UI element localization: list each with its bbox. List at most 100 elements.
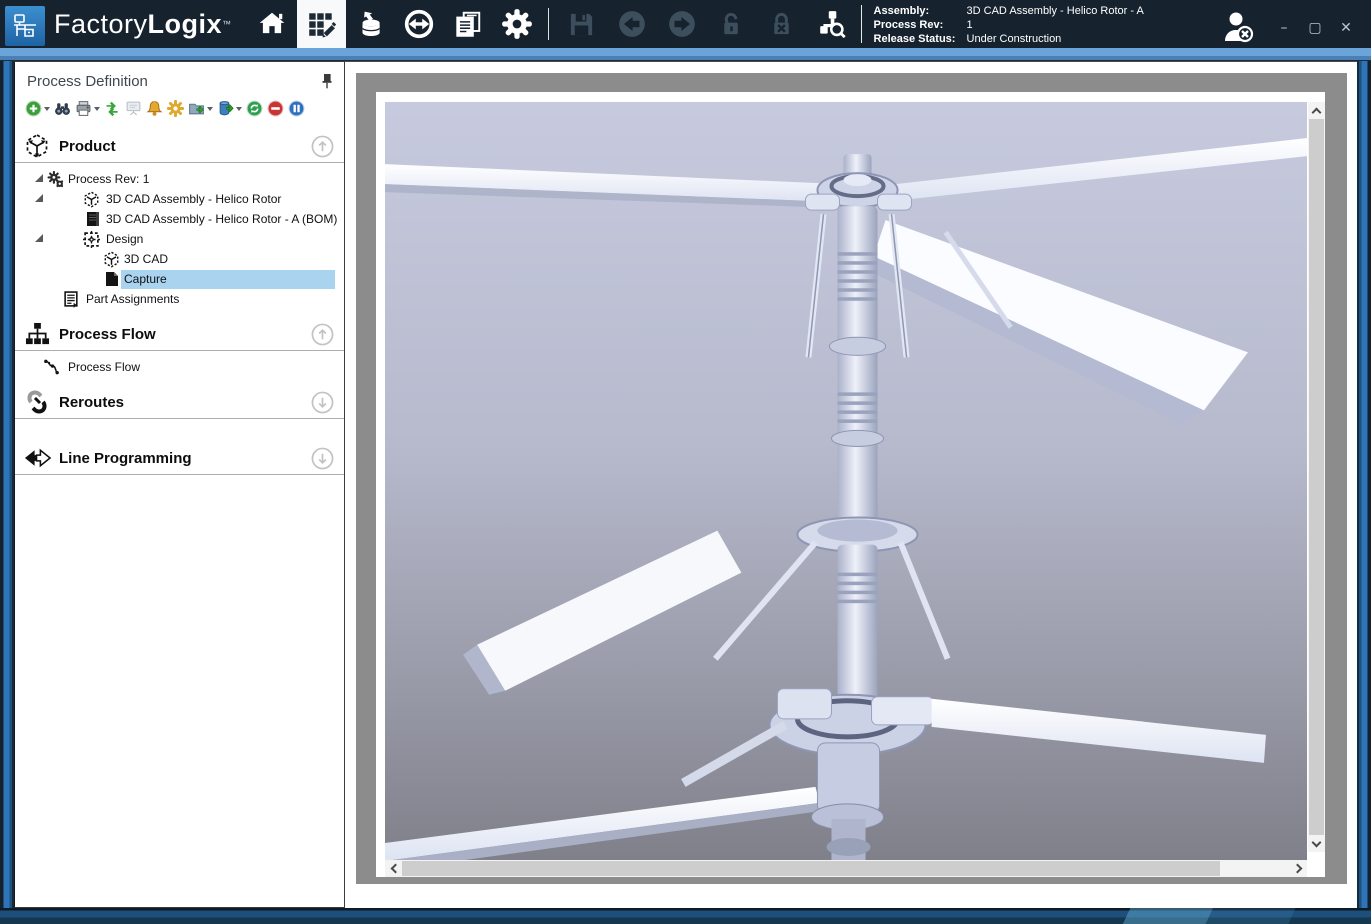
scroll-down-button[interactable] bbox=[1308, 835, 1325, 852]
home-icon bbox=[257, 9, 287, 39]
chevron-up-icon bbox=[1312, 107, 1322, 117]
process-definition-grid-pencil-icon bbox=[306, 9, 336, 39]
process-definition-panel: Process Definition bbox=[14, 61, 345, 908]
product-cube-icon bbox=[23, 133, 51, 159]
flow-path-icon bbox=[43, 359, 60, 376]
where-used-search-button[interactable] bbox=[807, 0, 857, 48]
logout-user-button[interactable] bbox=[1219, 10, 1257, 49]
settings-gear-icon bbox=[501, 8, 533, 40]
horizontal-scrollbar[interactable] bbox=[385, 860, 1307, 877]
close-button[interactable]: ✕ bbox=[1335, 18, 1357, 38]
window-frame-bottom bbox=[0, 908, 1371, 924]
expander-icon[interactable] bbox=[35, 175, 43, 183]
tree-item-label: Design bbox=[103, 230, 148, 249]
collapse-down-button[interactable] bbox=[311, 447, 334, 470]
lock-x-icon bbox=[768, 11, 795, 38]
section-reroutes[interactable]: Reroutes bbox=[15, 386, 344, 419]
remove-button[interactable] bbox=[267, 100, 284, 117]
tree-item-label: Capture bbox=[121, 270, 335, 289]
tree-item-bom[interactable]: 3D CAD Assembly - Helico Rotor - A (BOM) bbox=[15, 209, 344, 229]
check-in-cancel-button[interactable] bbox=[757, 0, 807, 48]
back-button[interactable] bbox=[607, 0, 657, 48]
scroll-left-button[interactable] bbox=[385, 860, 402, 877]
nav-tab-transfers[interactable] bbox=[395, 0, 444, 48]
process-flow-orgchart-icon bbox=[23, 322, 51, 347]
add-button[interactable] bbox=[25, 100, 50, 117]
section-process-flow-label: Process Flow bbox=[59, 326, 311, 343]
tree-item-3d-cad[interactable]: 3D CAD bbox=[15, 249, 344, 269]
hold-button[interactable] bbox=[288, 100, 305, 117]
document-icon bbox=[103, 271, 120, 288]
vertical-scrollbar[interactable] bbox=[1308, 102, 1325, 852]
material-database-icon bbox=[355, 9, 385, 39]
vertical-scroll-thumb[interactable] bbox=[1309, 119, 1324, 835]
collapse-up-button[interactable] bbox=[311, 135, 334, 158]
3d-viewport[interactable] bbox=[385, 102, 1307, 860]
horizontal-scroll-thumb[interactable] bbox=[402, 861, 1220, 876]
tree-item-capture[interactable]: Capture bbox=[15, 269, 344, 289]
release-status-label: Release Status: bbox=[874, 32, 967, 46]
documents-icon bbox=[453, 9, 483, 39]
sync-button[interactable] bbox=[104, 100, 121, 117]
process-rev-value: 1 bbox=[967, 18, 973, 32]
scroll-up-button[interactable] bbox=[1308, 102, 1325, 119]
forward-button[interactable] bbox=[657, 0, 707, 48]
tree-item-assembly[interactable]: 3D CAD Assembly - Helico Rotor bbox=[15, 189, 344, 209]
factorylogix-logo bbox=[5, 6, 45, 46]
nav-tab-materials[interactable] bbox=[346, 0, 395, 48]
print-dropdown-caret[interactable] bbox=[94, 107, 100, 111]
check-out-button[interactable] bbox=[707, 0, 757, 48]
add-circle-icon bbox=[25, 100, 42, 117]
chevron-down-icon bbox=[1312, 837, 1322, 847]
section-product[interactable]: Product bbox=[15, 130, 344, 163]
scroll-right-button[interactable] bbox=[1290, 860, 1307, 877]
nav-tab-settings[interactable] bbox=[493, 0, 542, 48]
collapse-up-button[interactable] bbox=[311, 323, 334, 346]
release-status-value: Under Construction bbox=[967, 32, 1062, 46]
print-button[interactable] bbox=[75, 100, 100, 117]
section-process-flow[interactable]: Process Flow bbox=[15, 318, 344, 351]
nav-tab-home[interactable] bbox=[248, 0, 297, 48]
folder-export-icon bbox=[188, 100, 205, 117]
tree-item-label: 3D CAD bbox=[121, 250, 173, 269]
minimize-button[interactable]: – bbox=[1273, 18, 1295, 38]
nav-tab-process-definition[interactable] bbox=[297, 0, 346, 48]
green-sync-icon bbox=[104, 100, 121, 117]
nav-tab-documents[interactable] bbox=[444, 0, 493, 48]
tree-item-label: Process Rev: 1 bbox=[65, 170, 154, 189]
panel-title: Process Definition bbox=[27, 73, 148, 90]
main-nav-tabs bbox=[248, 0, 542, 48]
import-bucket-button[interactable] bbox=[217, 100, 242, 117]
refresh-button[interactable] bbox=[246, 100, 263, 117]
tree-item-process-rev[interactable]: Process Rev: 1 bbox=[15, 169, 344, 189]
save-button[interactable] bbox=[557, 0, 607, 48]
expander-icon[interactable] bbox=[35, 235, 43, 243]
tree-item-process-flow[interactable]: Process Flow bbox=[15, 357, 344, 377]
options-button[interactable] bbox=[167, 100, 184, 117]
titlebar-tools bbox=[557, 0, 857, 48]
window-controls: – ▢ ✕ bbox=[1273, 18, 1357, 38]
collapse-down-button[interactable] bbox=[311, 391, 334, 414]
export-dropdown-caret[interactable] bbox=[207, 107, 213, 111]
gold-gear-icon bbox=[167, 100, 184, 117]
alerts-button[interactable] bbox=[146, 100, 163, 117]
add-dropdown-caret[interactable] bbox=[44, 107, 50, 111]
brand-wordmark: FactoryLogix™ bbox=[54, 9, 232, 40]
gears-icon bbox=[47, 171, 64, 188]
import-dropdown-caret[interactable] bbox=[236, 107, 242, 111]
tree-item-part-assignments[interactable]: Part Assignments bbox=[15, 289, 344, 309]
find-button[interactable] bbox=[54, 100, 71, 117]
tree-item-design[interactable]: Design bbox=[15, 229, 344, 249]
horizontal-scroll-track[interactable] bbox=[1220, 860, 1290, 877]
presentation-button[interactable] bbox=[125, 100, 142, 117]
panel-toolbar bbox=[15, 94, 344, 122]
main-content bbox=[345, 61, 1357, 908]
window-frame-left bbox=[0, 48, 14, 924]
maximize-button[interactable]: ▢ bbox=[1304, 18, 1326, 38]
client-area: Process Definition bbox=[14, 61, 1357, 908]
pin-icon[interactable] bbox=[320, 73, 334, 89]
section-product-label: Product bbox=[59, 138, 311, 155]
section-line-programming[interactable]: Line Programming bbox=[15, 442, 344, 475]
expander-icon[interactable] bbox=[35, 195, 43, 203]
export-folder-button[interactable] bbox=[188, 100, 213, 117]
